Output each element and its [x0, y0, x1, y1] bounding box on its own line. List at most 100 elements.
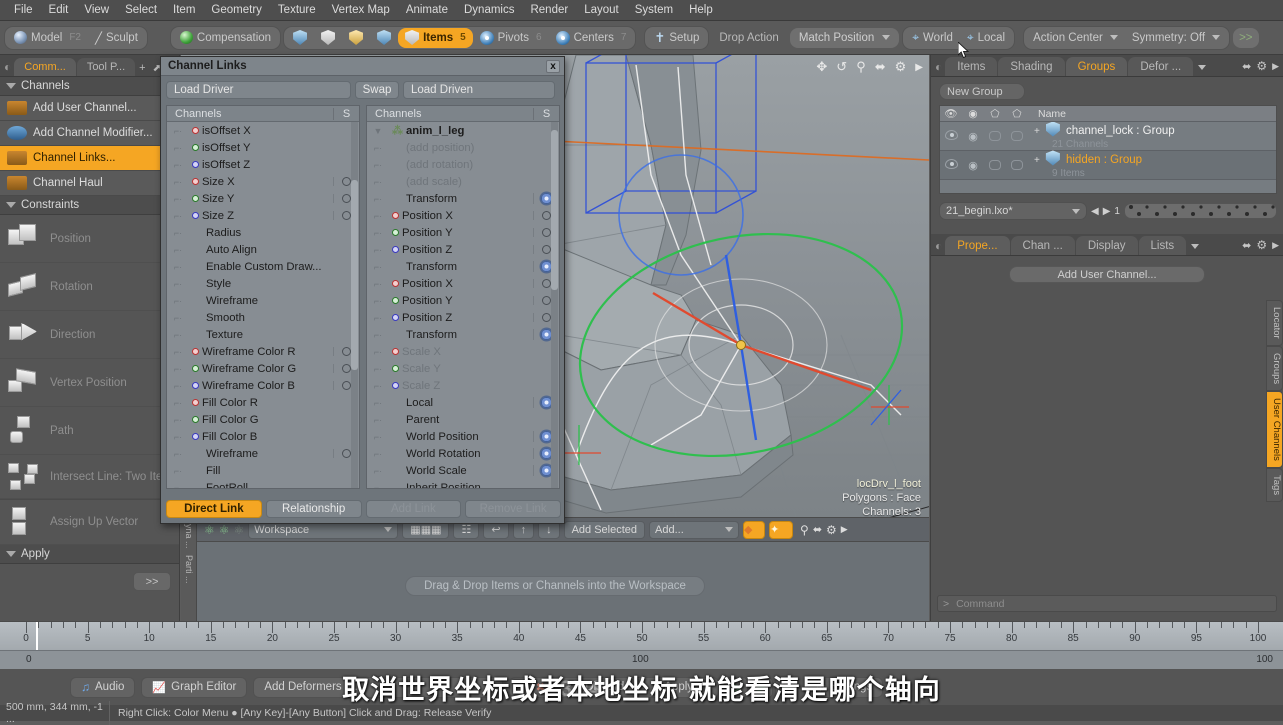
channel-row[interactable]: ⌐· Auto Align	[167, 241, 359, 258]
constraint-intersect-line[interactable]: Intersect Line: Two Ite...	[0, 455, 179, 499]
panel-menu-icon[interactable]: ◐	[935, 239, 942, 253]
driven-channel-list[interactable]: Channels S ▼ ⁂ anim_l_leg ⌐· (add position) ⌐…	[366, 105, 560, 489]
play-prev-icon[interactable]: ▷	[725, 676, 749, 698]
next-frame-button[interactable]: ▶	[1103, 206, 1111, 217]
dialog-titlebar[interactable]: Channel Links x	[161, 57, 564, 76]
channel-row[interactable]: ⌐· Wireframe	[167, 445, 359, 462]
world-space-button[interactable]: ⌖ World	[905, 28, 960, 48]
driven-scrollbar[interactable]	[551, 122, 558, 488]
menu-item-texture[interactable]: Texture	[270, 2, 324, 18]
shade-toggle[interactable]	[984, 131, 1006, 141]
compensation-button[interactable]: Compensation	[173, 28, 278, 48]
prev-frame-button[interactable]: ◀	[1091, 206, 1099, 217]
channel-row[interactable]: ⌐· Transform	[367, 326, 559, 343]
channel-row[interactable]: ⌐· Wireframe Color R	[167, 343, 359, 360]
assign-up-vector-button[interactable]: Assign Up Vector	[0, 499, 179, 545]
tab-deformers[interactable]: Defor ...	[1128, 57, 1194, 76]
chevron-right-icon[interactable]: ▶	[1272, 240, 1279, 255]
constraint-vertex-position[interactable]: Vertex Position	[0, 359, 179, 407]
toolbar-more-button[interactable]: >>	[1232, 26, 1260, 49]
items-mode-button[interactable]: Items 5	[398, 27, 473, 48]
vtab-locator[interactable]: Locator	[1266, 300, 1283, 346]
add-link-button[interactable]: Add Link	[365, 500, 462, 518]
channel-row[interactable]: ⌐· Position X	[367, 207, 559, 224]
channel-row[interactable]: ⌐· Transform	[367, 190, 559, 207]
circle-toggle-icon[interactable]	[342, 381, 351, 390]
tab-properties[interactable]: Prope...	[945, 236, 1010, 255]
pan-icon[interactable]: ✥	[816, 59, 827, 75]
panel-menu-icon[interactable]: ◐	[935, 60, 942, 74]
close-icon[interactable]: x	[546, 59, 560, 73]
menu-item-item[interactable]: Item	[165, 2, 203, 18]
channel-row[interactable]: ⌐· Position X	[367, 275, 559, 292]
channel-row[interactable]: ⌐· (add rotation)	[367, 156, 559, 173]
circle-toggle-icon[interactable]	[542, 279, 551, 288]
circle-toggle-icon[interactable]	[542, 245, 551, 254]
menu-item-animate[interactable]: Animate	[398, 2, 456, 18]
command-channel-haul[interactable]: Channel Haul	[0, 171, 179, 196]
circle-toggle-icon[interactable]	[542, 296, 551, 305]
gear-icon[interactable]: ⚙	[1252, 59, 1271, 76]
menu-item-edit[interactable]: Edit	[41, 2, 77, 18]
auto-key-button[interactable]: ✦	[769, 520, 794, 539]
add-selected-button[interactable]: Add Selected	[563, 520, 646, 539]
tab-lists[interactable]: Lists	[1138, 236, 1187, 255]
command-add-channel-modifier[interactable]: Add Channel Modifier...	[0, 121, 179, 146]
workspace-side-tab-particles[interactable]: Parti ...	[184, 555, 194, 584]
gear-icon[interactable]: ⚙	[895, 59, 907, 75]
timeline[interactable]: 0 5 10 15 20 25 30 35 40 45 50 55 60 65 70 75 80 85 90 95 10…	[0, 621, 1283, 669]
key-toggle-button[interactable]: ◆	[743, 520, 766, 539]
channel-row[interactable]: ⌐· Position Z	[367, 241, 559, 258]
channel-row[interactable]: ⌐· Scale X	[367, 343, 559, 360]
channel-row[interactable]: ⌐· FootRoll	[167, 479, 359, 489]
menu-item-render[interactable]: Render	[522, 2, 576, 18]
menu-item-vertex-map[interactable]: Vertex Map	[324, 2, 398, 18]
circle-toggle-icon[interactable]	[542, 228, 551, 237]
circle-toggle-icon[interactable]	[342, 449, 351, 458]
section-channels[interactable]: Channels	[0, 77, 179, 96]
graph-editor-button[interactable]: 📈 Graph Editor	[141, 676, 248, 698]
shade-toggle[interactable]	[984, 160, 1006, 170]
gear-icon[interactable]: ⚙	[1252, 238, 1271, 255]
eye-icon[interactable]	[940, 129, 962, 143]
tab-channels[interactable]: Chan ...	[1010, 236, 1075, 255]
channel-row[interactable]: ⌐· World Rotation	[367, 445, 559, 462]
channel-row[interactable]: ⌐· Smooth	[167, 309, 359, 326]
material-mode-button[interactable]	[370, 28, 398, 48]
command-channel-links[interactable]: Channel Links...	[0, 146, 179, 171]
channel-row[interactable]: ⌐· World Scale	[367, 462, 559, 479]
channel-row[interactable]: ⌐· isOffset X	[167, 122, 359, 139]
tab-add-button[interactable]: +	[139, 62, 145, 74]
channel-row[interactable]: ▼ ⁂ anim_l_leg	[367, 122, 559, 139]
table-row[interactable]: ◉ + channel_lock : Group 21 Channels	[940, 121, 1276, 150]
scene-file-dropdown[interactable]: 21_begin.lxo*	[939, 202, 1087, 220]
tab-shading[interactable]: Shading	[998, 57, 1065, 76]
mode-model-button[interactable]: Model F2	[7, 28, 88, 48]
rotate-icon[interactable]: ↺	[836, 59, 847, 75]
vertex-mode-button[interactable]	[286, 28, 314, 48]
load-driven-field[interactable]: Load Driven	[403, 81, 555, 99]
constraint-rotation[interactable]: Rotation	[0, 263, 179, 311]
remove-link-button[interactable]: Remove Link	[465, 500, 561, 518]
chevron-down-icon[interactable]	[1198, 65, 1207, 70]
channel-row[interactable]: ⌐· Fill Color R	[167, 394, 359, 411]
menu-item-view[interactable]: View	[76, 2, 117, 18]
gear-icon[interactable]: ⚙	[826, 523, 837, 537]
vtab-tags[interactable]: Tags	[1266, 467, 1283, 502]
channel-row[interactable]: ⌐· Wireframe	[167, 292, 359, 309]
channel-row[interactable]: ⌐· (add scale)	[367, 173, 559, 190]
expand-icon[interactable]: +	[1034, 155, 1040, 166]
circle-toggle-icon[interactable]	[342, 364, 351, 373]
channel-row[interactable]: ⌐· Transform	[367, 258, 559, 275]
expand-icon[interactable]: ⬌	[1242, 60, 1251, 76]
fit-icon[interactable]: ⬌	[875, 59, 886, 75]
chevron-down-icon[interactable]	[1191, 244, 1200, 249]
lock-toggle[interactable]	[1006, 160, 1028, 170]
channel-links-dialog[interactable]: Channel Links x Load Driver Swap Load Dr…	[160, 56, 565, 524]
lock-toggle[interactable]	[1006, 131, 1028, 141]
tab-items[interactable]: Items	[945, 57, 998, 76]
channel-row[interactable]: ⌐· isOffset Y	[167, 139, 359, 156]
constraint-direction[interactable]: Direction	[0, 311, 179, 359]
tab-display[interactable]: Display	[1075, 236, 1138, 255]
channel-row[interactable]: ⌐· Local	[367, 394, 559, 411]
